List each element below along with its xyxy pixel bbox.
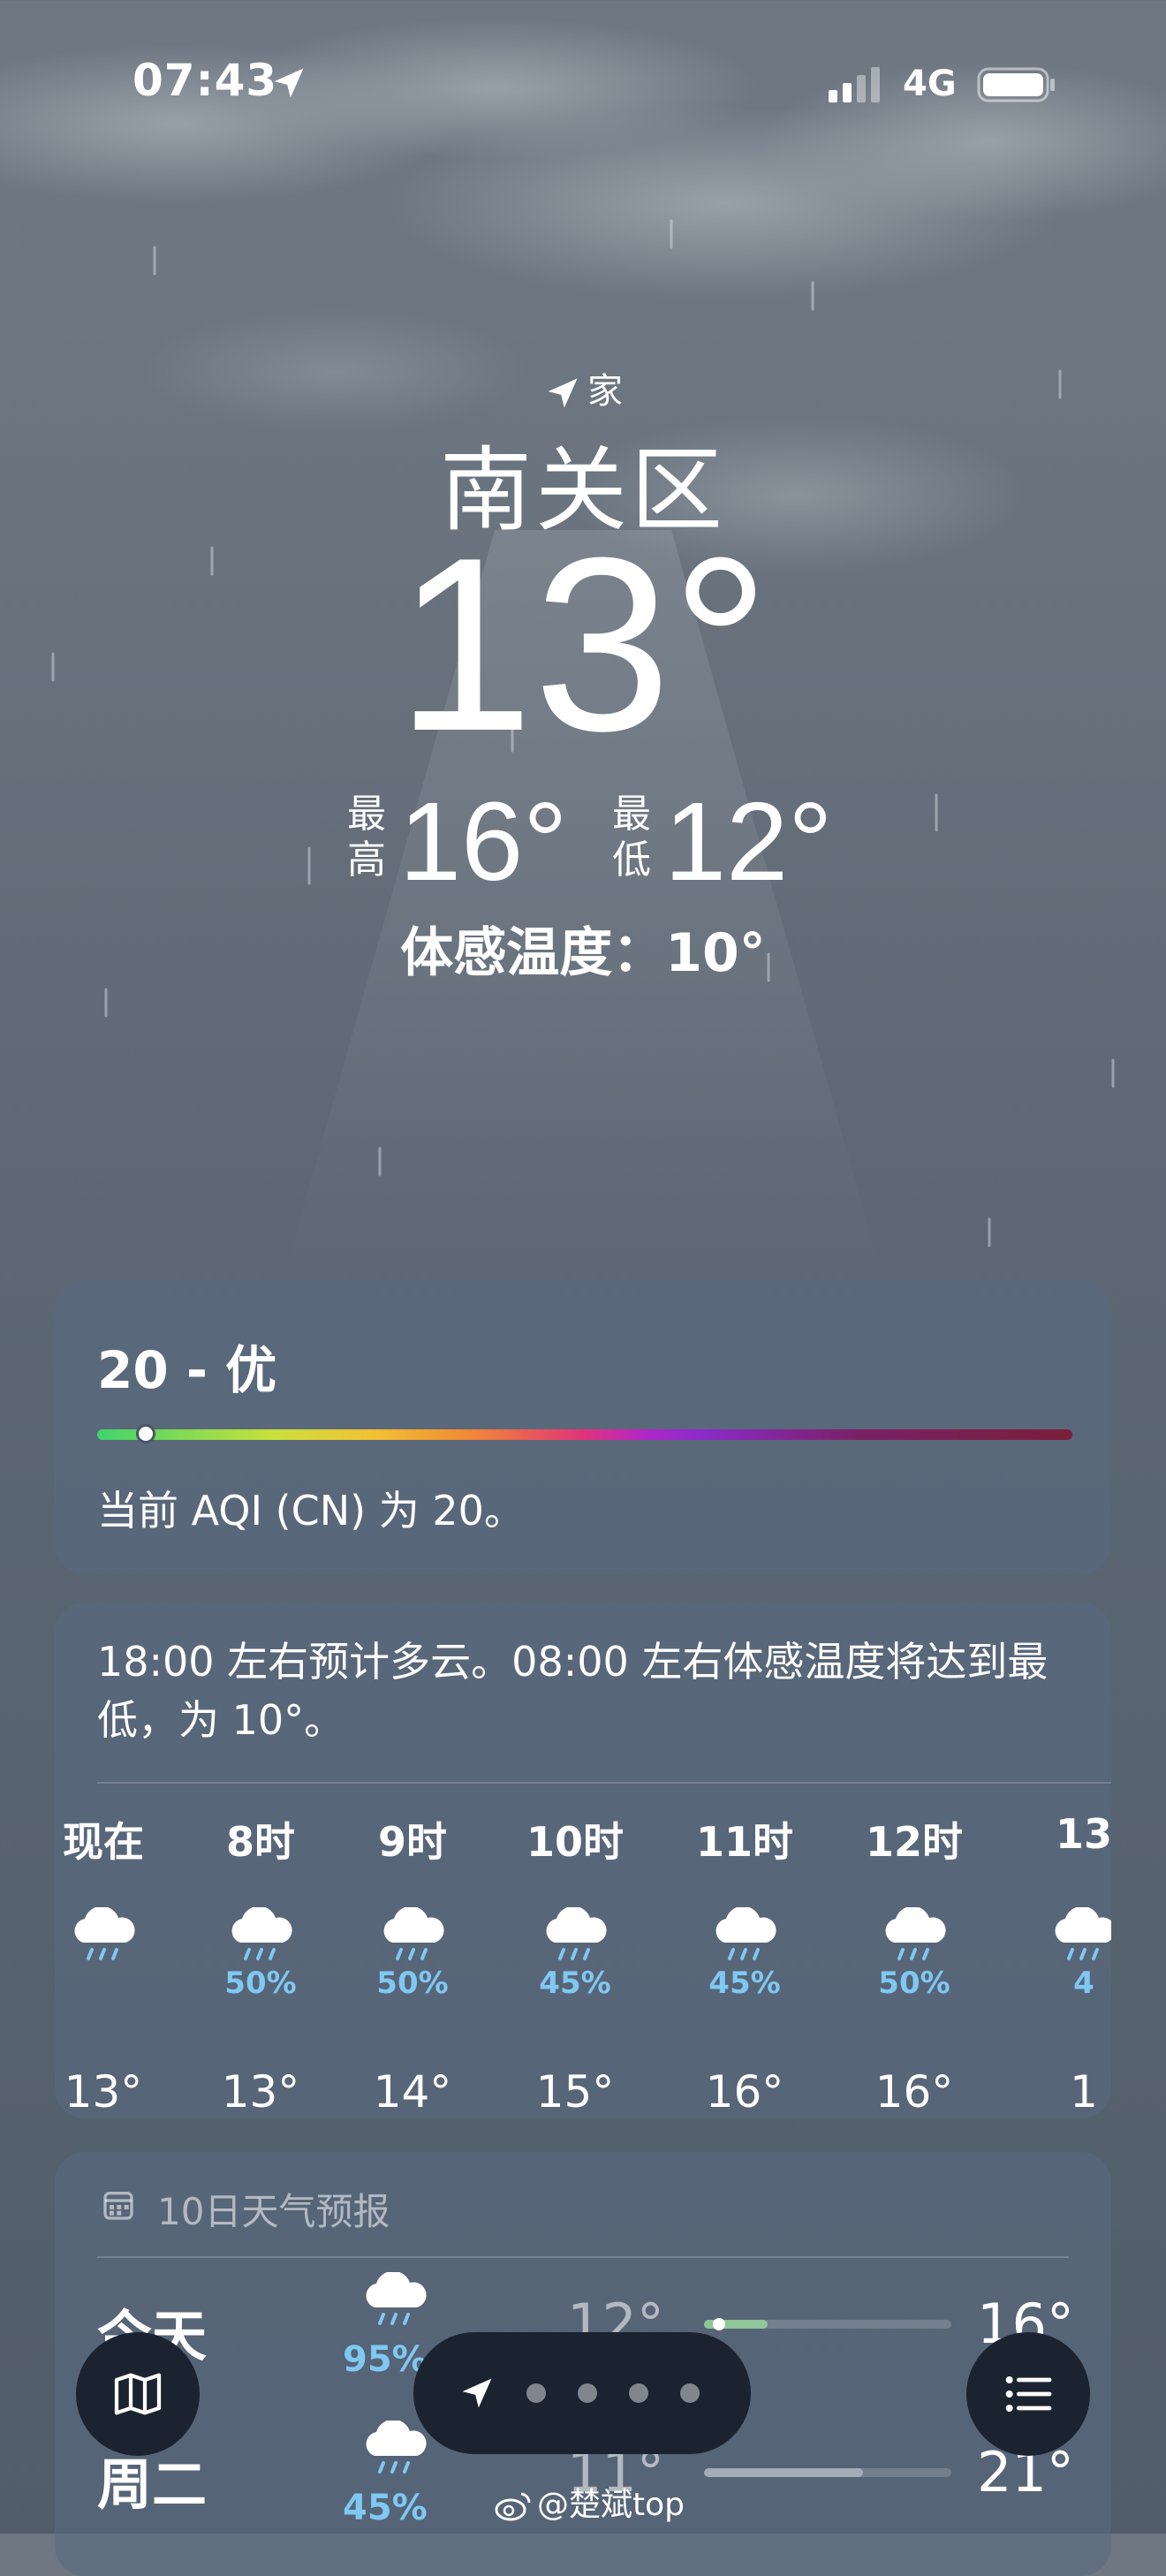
rain-cloud-icon	[705, 1905, 784, 1964]
precip-chance: 45%	[343, 2488, 428, 2528]
hour-temperature: 16°	[874, 2066, 954, 2118]
rain-cloud-icon	[1044, 1905, 1111, 1964]
daily-header: 10日天气预报	[157, 2190, 390, 2233]
precip-chance	[55, 1966, 161, 2004]
location-label-row: 家	[0, 362, 1166, 415]
status-time: 07:43	[132, 55, 278, 106]
hour-temperature: 13°	[221, 2066, 300, 2118]
hour-temperature: 13°	[64, 2066, 143, 2118]
aqi-indicator	[136, 1424, 155, 1443]
hourly-item: 8时 50% 13°	[203, 1810, 318, 2118]
precip-chance: 50%	[878, 1966, 950, 2001]
hour-temperature: 16°	[705, 2066, 784, 2118]
calendar-icon	[103, 2192, 133, 2220]
list-icon	[1005, 2376, 1052, 2412]
rain-cloud-icon	[355, 2419, 435, 2482]
map-button[interactable]	[76, 2332, 200, 2456]
hour-label: 11时	[695, 1818, 793, 1866]
rain-cloud-icon	[874, 1905, 954, 1964]
low-temperature: 12°	[664, 779, 833, 904]
rain-cloud-icon	[373, 1905, 452, 1964]
feels-like: 体感温度：10°	[400, 922, 766, 984]
map-icon	[114, 2373, 162, 2415]
precip-chance: 50%	[376, 1966, 449, 2001]
low-label: 最低	[612, 792, 651, 883]
hourly-summary: 18:00 左右预计多云。08:00 左右体感温度将达到最低，为 10°。	[97, 1638, 1049, 1744]
aqi-description: 当前 AQI (CN) 为 20。	[97, 1487, 525, 1534]
location-label: 家	[587, 371, 623, 412]
hour-label: 9时	[377, 1818, 447, 1866]
page-dot[interactable]	[629, 2383, 648, 2403]
hour-temperature: 1	[1070, 2066, 1098, 2118]
rain-cloud-icon	[535, 1905, 615, 1964]
hour-temperature: 14°	[373, 2066, 452, 2118]
hour-temperature: 15°	[535, 2066, 615, 2118]
rain-cloud-icon	[355, 2270, 435, 2334]
precip-chance: 50%	[224, 1966, 297, 2001]
battery-icon	[977, 67, 1055, 102]
current-temperature: 13°	[396, 507, 770, 783]
hourly-item: 11时 45% 16°	[687, 1810, 802, 2118]
rain-cloud-icon	[221, 1905, 300, 1964]
divider	[97, 2256, 1069, 2258]
page-indicator[interactable]	[413, 2332, 751, 2454]
page-dot[interactable]	[578, 2383, 597, 2403]
watermark-text: @楚斌top	[537, 2487, 685, 2523]
hour-label: 10时	[526, 1818, 624, 1866]
high-label: 最高	[347, 792, 386, 883]
hourly-item: 现在 13°	[55, 1810, 161, 2118]
aqi-title: 20 - 优	[97, 1340, 277, 1400]
weibo-logo-icon	[495, 2492, 531, 2521]
hourly-item: 10时 45% 15°	[518, 1810, 632, 2118]
aqi-scale-bar	[97, 1429, 1072, 1440]
precip-chance: 45%	[708, 1966, 781, 2001]
page-dot[interactable]	[680, 2383, 700, 2403]
high-low-row: 最高 16° 最低 12°	[0, 786, 1166, 898]
temperature-range-bar	[704, 2318, 951, 2330]
hourly-item: 9时 50% 14°	[355, 1810, 470, 2118]
hourly-item: 12时 50% 16°	[857, 1810, 972, 2118]
aqi-card[interactable]: 20 - 优 当前 AQI (CN) 为 20。	[55, 1279, 1111, 1574]
hourly-forecast-card[interactable]: 18:00 左右预计多云。08:00 左右体感温度将达到最低，为 10°。 现在…	[55, 1602, 1111, 2118]
current-location-icon	[462, 2378, 492, 2408]
status-bar: 07:43 4G	[0, 0, 1166, 168]
rain-cloud-icon	[64, 1905, 143, 1964]
high-temperature: 16°	[399, 779, 568, 904]
hour-label: 13	[1055, 1810, 1111, 1858]
location-arrow-icon	[274, 68, 304, 98]
page-dot[interactable]	[526, 2383, 546, 2403]
divider	[97, 1782, 1111, 1784]
hour-label: 现在	[63, 1818, 144, 1866]
network-type: 4G	[903, 64, 957, 104]
hour-label: 12时	[865, 1818, 963, 1866]
precip-chance: 45%	[539, 1966, 611, 2001]
hourly-item: 13 4 1	[1026, 1810, 1111, 2118]
city-list-button[interactable]	[966, 2332, 1090, 2456]
location-arrow-icon	[548, 378, 578, 408]
temperature-range-bar	[704, 2468, 951, 2477]
hour-label: 8时	[225, 1818, 295, 1866]
precip-chance: 4	[1073, 1966, 1094, 2001]
precip-chance: 95%	[343, 2339, 428, 2380]
cellular-signal-icon	[829, 67, 880, 102]
watermark: @楚斌top	[495, 2479, 685, 2525]
